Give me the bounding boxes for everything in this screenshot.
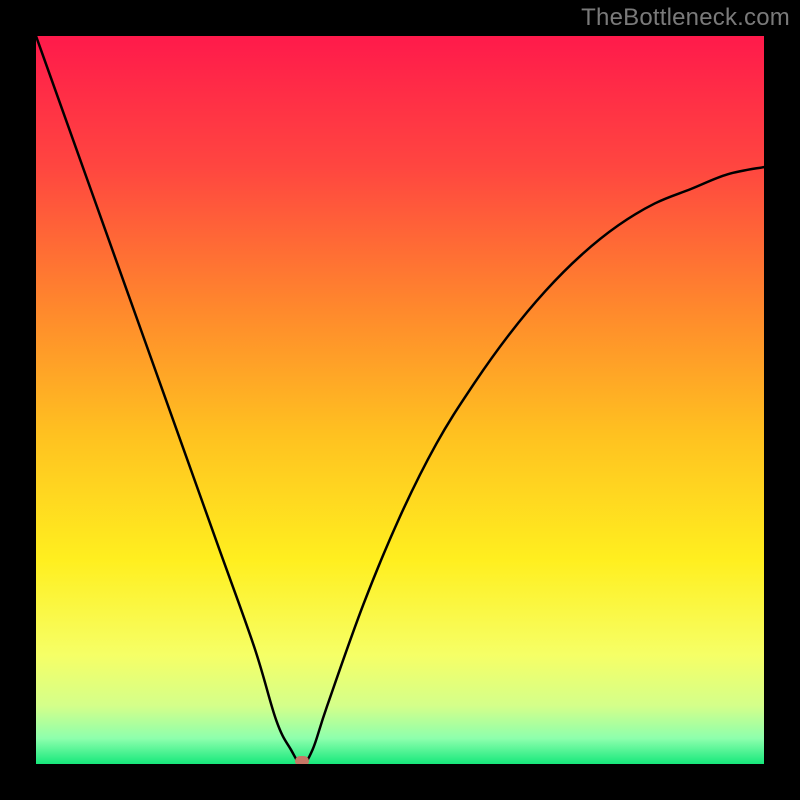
- minimum-marker: [295, 756, 309, 764]
- chart-frame: TheBottleneck.com: [0, 0, 800, 800]
- watermark-text: TheBottleneck.com: [581, 4, 790, 32]
- bottleneck-curve: [36, 36, 764, 764]
- plot-area: [36, 36, 764, 764]
